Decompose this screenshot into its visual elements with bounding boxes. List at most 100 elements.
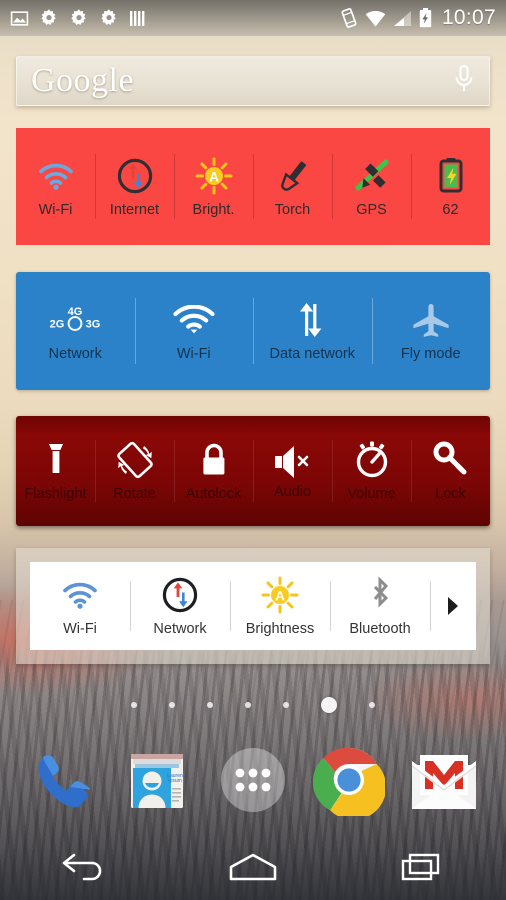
toggle-label: Torch	[274, 201, 311, 218]
toggle-label: Internet	[109, 201, 160, 218]
google-search-bar[interactable]: Google	[16, 56, 490, 106]
toggle-flashlight[interactable]: Flashlight	[16, 416, 95, 526]
nav-back-button[interactable]	[36, 845, 132, 893]
auto-rotate-icon	[114, 440, 156, 480]
toggle-label: Fly mode	[400, 346, 461, 362]
toggle-label: Wi-Fi	[176, 346, 211, 362]
key-icon	[431, 440, 471, 480]
nav-recents-button[interactable]	[374, 845, 470, 893]
gps-satellite-icon	[352, 156, 392, 196]
speaker-mute-icon	[272, 442, 314, 482]
toggle-more-button[interactable]	[430, 562, 476, 650]
airplane-icon	[410, 300, 452, 340]
toggle-volume[interactable]: Volume	[332, 416, 411, 526]
gear-icon	[99, 8, 119, 28]
dock-item-phone[interactable]	[23, 743, 101, 821]
toggle-brightness[interactable]: A Bright.	[174, 128, 253, 245]
page-dot[interactable]	[245, 702, 251, 708]
wifi-icon	[62, 575, 98, 615]
toggle-battery[interactable]: 62	[411, 128, 490, 245]
toggle-autolock[interactable]: Autolock	[174, 416, 253, 526]
toggle-label: Bright.	[192, 201, 235, 218]
page-dot[interactable]	[369, 702, 375, 708]
toggle-network[interactable]: 4G 2G 3G Network	[16, 272, 135, 390]
dock-item-gmail[interactable]	[405, 743, 483, 821]
lock-icon	[198, 440, 230, 480]
page-dot[interactable]	[207, 702, 213, 708]
toggle-fly-mode[interactable]: Fly mode	[371, 272, 491, 390]
dock-item-contacts[interactable]: Lauren Ipsum	[118, 743, 196, 821]
battery-charging-icon	[419, 8, 432, 28]
red-toggle-widget[interactable]: Wi-Fi Internet A Bright. Torch GPS 62	[16, 128, 490, 245]
battery-charging-icon	[436, 156, 466, 196]
network-3g-label: 3G	[86, 319, 101, 331]
navigation-bar	[0, 838, 506, 900]
dock-item-app-drawer[interactable]	[214, 743, 292, 821]
toggle-wifi[interactable]: Wi-Fi	[16, 128, 95, 245]
bars-icon	[129, 9, 147, 28]
flashlight-icon	[45, 440, 67, 480]
next-arrow-icon	[445, 586, 461, 626]
home-icon	[227, 851, 279, 888]
blue-toggle-widget[interactable]: 4G 2G 3G Network Wi-Fi Data network Fly …	[16, 272, 490, 390]
toggle-label: Wi-Fi	[38, 201, 73, 218]
toggle-label: Flashlight	[24, 486, 87, 502]
toggle-wifi[interactable]: Wi-Fi	[134, 272, 254, 390]
status-bar-system-icons: 10:07	[340, 6, 496, 30]
toggle-label: Rotate	[113, 486, 156, 502]
torch-icon	[273, 156, 313, 196]
status-bar-notification-icons	[10, 8, 147, 28]
white-toggle-widget[interactable]: Wi-Fi Network A Brightness Bluetooth	[30, 562, 476, 650]
gear-icon	[39, 8, 59, 28]
bluetooth-icon	[366, 575, 394, 615]
google-logo-text: Google	[31, 62, 135, 99]
status-bar[interactable]: 10:07	[0, 0, 506, 36]
dock: Lauren Ipsum	[0, 736, 506, 828]
recents-icon	[398, 851, 446, 888]
page-dot[interactable]	[131, 702, 137, 708]
network-2g-3g-4g-icon: 4G 2G 3G	[49, 300, 101, 340]
toggle-lock[interactable]: Lock	[411, 416, 490, 526]
svg-text:A: A	[275, 588, 285, 603]
toggle-label: Network	[48, 346, 102, 362]
back-arrow-icon	[60, 851, 108, 888]
page-dot-active[interactable]	[321, 697, 337, 713]
dock-item-chrome[interactable]	[310, 743, 388, 821]
signal-icon	[393, 10, 412, 27]
microphone-icon[interactable]	[453, 64, 475, 99]
dark-red-toggle-widget[interactable]: Flashlight Rotate Autolock Audio Volume …	[16, 416, 490, 526]
page-dot[interactable]	[283, 702, 289, 708]
data-sync-icon	[160, 575, 200, 615]
volume-dial-icon	[351, 440, 393, 480]
wifi-icon	[173, 300, 215, 340]
page-dot[interactable]	[169, 702, 175, 708]
nav-home-button[interactable]	[205, 845, 301, 893]
toggle-gps[interactable]: GPS	[332, 128, 411, 245]
toggle-data-network[interactable]: Data network	[253, 272, 372, 390]
toggle-brightness[interactable]: A Brightness	[230, 562, 330, 650]
vibrate-icon	[340, 8, 358, 28]
toggle-label: 62	[442, 201, 459, 218]
toggle-network[interactable]: Network	[130, 562, 230, 650]
toggle-label: Lock	[435, 486, 466, 502]
app-drawer-icon	[218, 745, 288, 820]
network-2g-label: 2G	[50, 319, 65, 331]
toggle-label: Volume	[347, 486, 396, 502]
gear-icon	[69, 8, 89, 28]
toggle-label: Autolock	[185, 486, 242, 502]
phone-icon	[26, 744, 98, 821]
gmail-icon	[408, 749, 480, 816]
toggle-internet[interactable]: Internet	[95, 128, 174, 245]
contacts-icon: Lauren Ipsum	[123, 746, 191, 819]
toggle-label: Brightness	[245, 621, 315, 637]
wifi-icon	[38, 156, 74, 196]
data-sync-icon	[115, 156, 155, 196]
toggle-wifi[interactable]: Wi-Fi	[30, 562, 130, 650]
toggle-audio[interactable]: Audio	[253, 416, 332, 526]
toggle-bluetooth[interactable]: Bluetooth	[330, 562, 430, 650]
toggle-torch[interactable]: Torch	[253, 128, 332, 245]
toggle-rotate[interactable]: Rotate	[95, 416, 174, 526]
white-toggle-widget-frame: Wi-Fi Network A Brightness Bluetooth	[16, 548, 490, 664]
toggle-label: Wi-Fi	[63, 621, 97, 637]
data-arrows-icon	[294, 300, 330, 340]
